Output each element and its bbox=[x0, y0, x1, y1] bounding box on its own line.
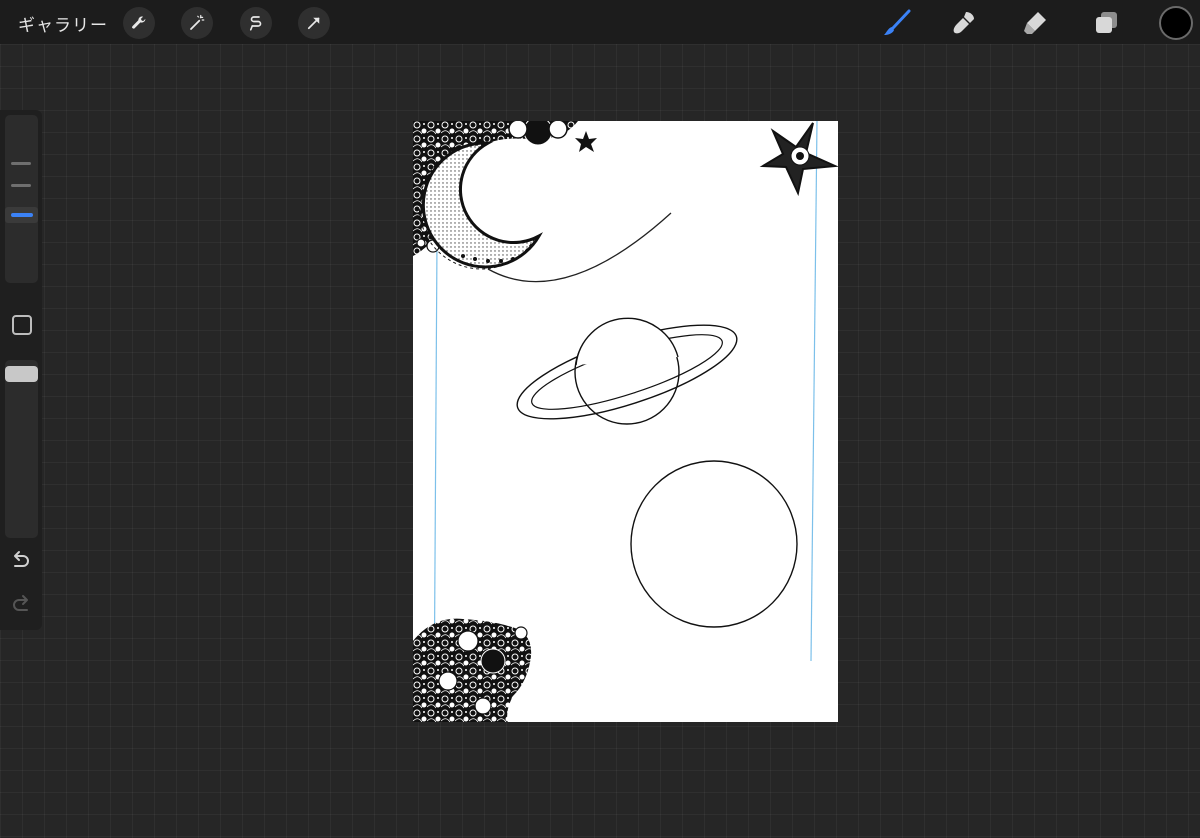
magic-wand-icon bbox=[190, 14, 205, 30]
adjustments-button[interactable] bbox=[181, 7, 213, 39]
redo-icon bbox=[13, 595, 28, 611]
slider-tick bbox=[11, 184, 31, 187]
brush-icon bbox=[884, 9, 911, 35]
small-star bbox=[575, 131, 597, 152]
paint-button[interactable] bbox=[880, 6, 914, 40]
brush-size-slider[interactable] bbox=[5, 115, 38, 283]
guide-line-right bbox=[810, 121, 818, 662]
selection-button[interactable] bbox=[240, 7, 272, 39]
slider-tick bbox=[11, 162, 31, 165]
brush-opacity-thumb[interactable] bbox=[5, 366, 38, 382]
layers-icon bbox=[1096, 12, 1117, 33]
drawing-canvas[interactable] bbox=[413, 121, 838, 722]
smudge-button[interactable] bbox=[947, 6, 981, 40]
selection-icon bbox=[249, 16, 262, 31]
gallery-button[interactable]: ギャラリー bbox=[18, 11, 108, 36]
wrench-icon bbox=[132, 16, 146, 29]
artwork bbox=[413, 121, 838, 722]
redo-button[interactable] bbox=[10, 594, 32, 620]
eraser-button[interactable] bbox=[1018, 6, 1052, 40]
transform-button[interactable] bbox=[298, 7, 330, 39]
brush-size-thumb[interactable] bbox=[5, 207, 38, 223]
undo-button[interactable] bbox=[10, 550, 32, 576]
plain-planet bbox=[630, 460, 798, 628]
layers-button[interactable] bbox=[1089, 6, 1123, 40]
top-toolbar: ギャラリー bbox=[0, 0, 1200, 44]
modify-button[interactable] bbox=[12, 315, 32, 335]
crescent-moon bbox=[421, 141, 544, 269]
actions-button[interactable] bbox=[123, 7, 155, 39]
undo-icon bbox=[14, 551, 29, 567]
left-sidebar bbox=[0, 110, 42, 630]
eraser-icon bbox=[1024, 12, 1046, 34]
arrow-cursor-icon bbox=[307, 17, 320, 30]
color-picker-button[interactable] bbox=[1159, 6, 1193, 40]
smudge-icon bbox=[953, 12, 974, 34]
brush-opacity-slider[interactable] bbox=[5, 360, 38, 538]
